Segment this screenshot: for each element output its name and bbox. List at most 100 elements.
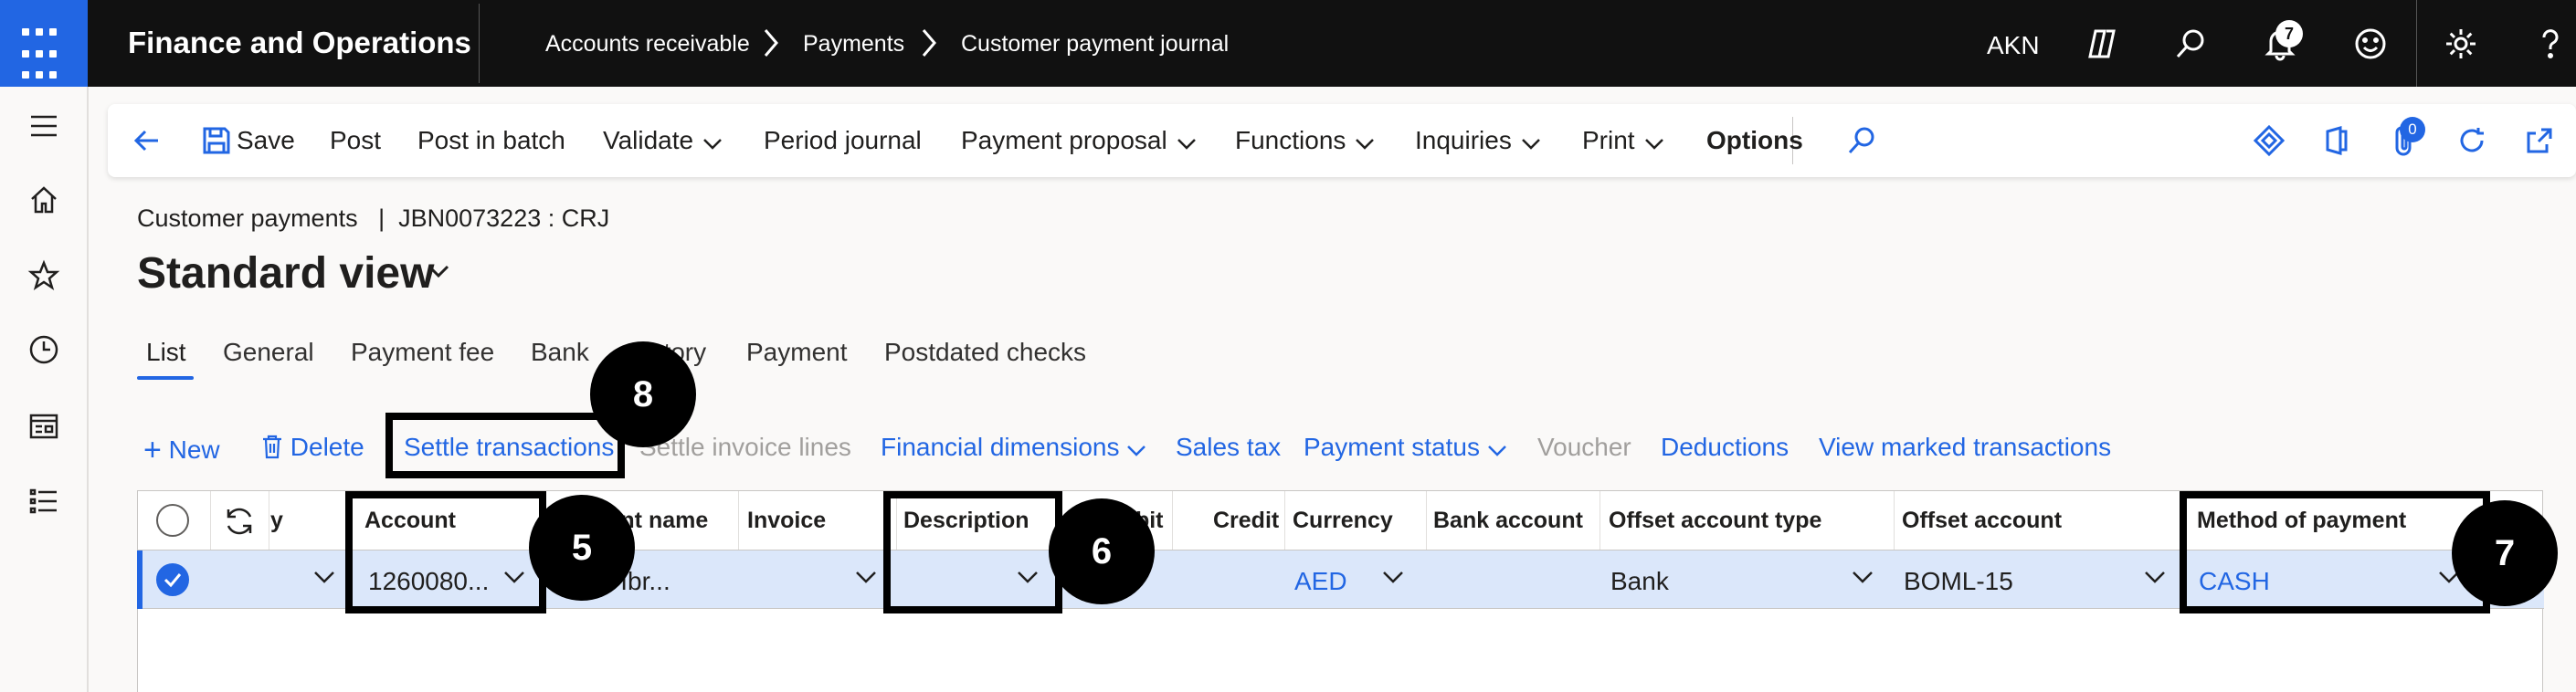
tab-payment-fee[interactable]: Payment fee <box>351 338 494 367</box>
column-header-partial[interactable]: y <box>270 508 283 534</box>
divider <box>479 4 480 83</box>
chevron-down-icon[interactable] <box>855 571 877 590</box>
financial-dimensions-menu[interactable]: Financial dimensions <box>881 433 1146 464</box>
functions-menu[interactable]: Functions <box>1235 126 1375 157</box>
voucher-button[interactable]: Voucher <box>1537 433 1631 462</box>
left-navigation <box>0 87 89 692</box>
app-title[interactable]: Finance and Operations <box>128 26 471 60</box>
column-header-bank-account[interactable]: Bank account <box>1433 508 1583 534</box>
breadcrumb-customer-payment-journal[interactable]: Customer payment journal <box>961 31 1229 58</box>
inquiries-label: Inquiries <box>1415 126 1512 154</box>
period-journal-button[interactable]: Period journal <box>764 126 922 155</box>
offset-account-cell[interactable]: BOML-15 <box>1904 567 2013 596</box>
star-icon[interactable] <box>26 257 62 294</box>
breadcrumb-payments[interactable]: Payments <box>803 31 904 58</box>
callout-number-7: 7 <box>2452 500 2558 606</box>
callout-box-account <box>345 491 546 613</box>
copilot-icon[interactable] <box>2081 24 2121 64</box>
chevron-down-icon[interactable] <box>428 265 449 284</box>
chevron-down-icon <box>1126 435 1146 464</box>
tab-general[interactable]: General <box>223 338 314 367</box>
chevron-down-icon[interactable] <box>313 571 335 590</box>
save-icon[interactable] <box>198 122 235 159</box>
company-picker[interactable]: AKN <box>1987 31 2040 60</box>
payment-proposal-label: Payment proposal <box>961 126 1167 154</box>
callout-number-6: 6 <box>1049 498 1155 604</box>
row-checkbox[interactable] <box>156 563 189 596</box>
column-header-offset-account-type[interactable]: Offset account type <box>1609 508 1821 534</box>
column-header-offset-account[interactable]: Offset account <box>1902 508 2062 534</box>
search-icon[interactable] <box>2170 24 2211 64</box>
workspace-icon[interactable] <box>26 408 62 445</box>
gear-icon[interactable] <box>2441 24 2481 64</box>
tab-payment[interactable]: Payment <box>746 338 848 367</box>
inquiries-menu[interactable]: Inquiries <box>1415 126 1541 157</box>
currency-cell[interactable]: AED <box>1294 567 1347 596</box>
chevron-down-icon <box>1355 128 1375 157</box>
view-marked-transactions-button[interactable]: View marked transactions <box>1819 433 2111 462</box>
clock-icon[interactable] <box>26 331 62 368</box>
post-in-batch-button[interactable]: Post in batch <box>417 126 565 155</box>
open-new-window-icon[interactable] <box>2521 122 2558 159</box>
chevron-right-icon <box>920 27 938 66</box>
offset-account-type-cell[interactable]: Bank <box>1610 567 1669 596</box>
sales-tax-button[interactable]: Sales tax <box>1176 433 1281 462</box>
waffle-icon[interactable] <box>0 0 88 87</box>
payment-status-label: Payment status <box>1304 433 1480 461</box>
chevron-down-icon[interactable] <box>1382 571 1404 590</box>
column-header-invoice[interactable]: Invoice <box>747 508 826 534</box>
chevron-down-icon <box>702 128 723 157</box>
payment-proposal-menu[interactable]: Payment proposal <box>961 126 1197 157</box>
search-icon[interactable] <box>1843 122 1880 159</box>
office-icon[interactable] <box>2318 122 2355 159</box>
top-bar: Finance and Operations Accounts receivab… <box>0 0 2576 87</box>
financial-dimensions-label: Financial dimensions <box>881 433 1120 461</box>
breadcrumb-accounts-receivable[interactable]: Accounts receivable <box>545 31 750 58</box>
tab-list[interactable]: List <box>146 338 186 367</box>
functions-label: Functions <box>1235 126 1346 154</box>
column-header-credit[interactable]: Credit <box>1213 508 1279 534</box>
post-button[interactable]: Post <box>330 126 381 155</box>
help-icon[interactable] <box>2530 24 2571 64</box>
tab-postdated-checks[interactable]: Postdated checks <box>884 338 1086 367</box>
print-menu[interactable]: Print <box>1582 126 1664 157</box>
select-all-checkbox[interactable] <box>156 504 189 537</box>
chevron-down-icon[interactable] <box>2144 571 2166 590</box>
selected-row-indicator <box>137 550 143 609</box>
delete-button[interactable]: Delete <box>261 433 364 462</box>
deductions-button[interactable]: Deductions <box>1661 433 1789 462</box>
plus-icon: + <box>143 433 162 467</box>
action-pane: Save Post Post in batch Validate Period … <box>108 104 2576 177</box>
home-icon[interactable] <box>26 182 62 218</box>
chevron-down-icon <box>1487 435 1507 464</box>
list-icon[interactable] <box>26 483 62 519</box>
callout-box-description <box>883 491 1062 613</box>
chevron-down-icon <box>1521 128 1541 157</box>
column-header-currency[interactable]: Currency <box>1293 508 1393 534</box>
payment-status-menu[interactable]: Payment status <box>1304 433 1507 464</box>
attachment-count-badge: 0 <box>2400 117 2425 142</box>
save-button[interactable]: Save <box>237 126 295 155</box>
callout-number-8: 8 <box>590 341 696 447</box>
chevron-down-icon[interactable] <box>1852 571 1874 590</box>
new-label: New <box>168 435 220 464</box>
notification-count-badge: 7 <box>2275 20 2303 47</box>
smiley-icon[interactable] <box>2350 24 2391 64</box>
hamburger-icon[interactable] <box>26 108 62 144</box>
print-label: Print <box>1582 126 1635 154</box>
options-tab[interactable]: Options <box>1706 126 1803 155</box>
chevron-down-icon <box>1644 128 1664 157</box>
trash-icon <box>261 433 283 461</box>
page-title[interactable]: Standard view <box>137 248 434 299</box>
refresh-icon[interactable] <box>2454 122 2490 159</box>
delete-label: Delete <box>290 433 364 461</box>
page-breadcrumb: Customer payments | JBN0073223 : CRJ <box>137 204 610 232</box>
new-button[interactable]: + New <box>143 433 220 468</box>
refresh-icon[interactable] <box>222 504 257 543</box>
divider <box>2416 0 2417 87</box>
chevron-down-icon <box>1177 128 1197 157</box>
back-arrow-icon[interactable] <box>129 122 165 159</box>
power-apps-icon[interactable] <box>2251 122 2287 159</box>
validate-menu[interactable]: Validate <box>603 126 723 157</box>
tab-bank[interactable]: Bank <box>531 338 589 367</box>
